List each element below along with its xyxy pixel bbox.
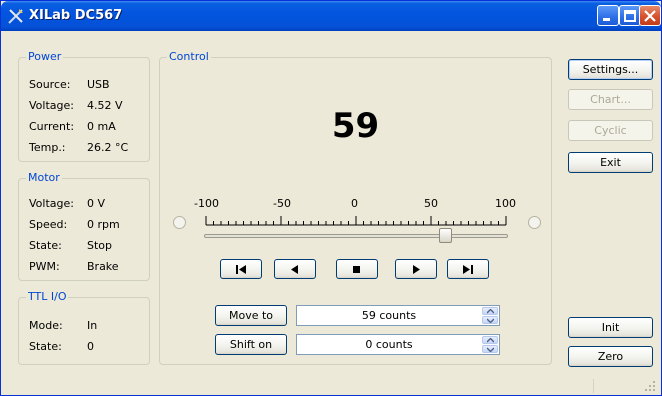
power-temp-label: Temp.:	[29, 141, 66, 154]
move-to-value: 59 counts	[361, 309, 417, 322]
spin-up-icon[interactable]	[482, 307, 498, 315]
spin-down-icon[interactable]	[482, 345, 498, 353]
stop-button[interactable]	[336, 259, 378, 279]
shift-on-spinner[interactable]	[482, 336, 498, 353]
ttl-group: TTL I/O Mode: In State: 0	[18, 290, 150, 365]
motor-voltage-value: 0 V	[87, 197, 106, 210]
skip-to-start-icon	[236, 265, 246, 274]
step-right-button[interactable]	[395, 259, 437, 279]
maximize-button[interactable]	[619, 5, 641, 26]
position-slider-thumb[interactable]	[438, 228, 452, 243]
title-bar[interactable]: XILab DC567	[1, 1, 661, 31]
minimize-button[interactable]	[597, 5, 619, 26]
chart-button[interactable]: Chart...	[568, 89, 653, 110]
step-left-icon	[291, 265, 298, 274]
motor-voltage-label: Voltage:	[29, 197, 74, 210]
close-icon	[644, 10, 656, 22]
left-limit-indicator	[173, 216, 186, 229]
power-current-value: 0 mA	[87, 120, 116, 133]
power-group: Power Source: USB Voltage: 4.52 V Curren…	[18, 50, 150, 162]
motor-group: Motor Voltage: 0 V Speed: 0 rpm State: S…	[18, 171, 150, 281]
scale-label-zero: 0	[351, 197, 358, 210]
ttl-state-value: 0	[87, 340, 94, 353]
scale-label-minus50: -50	[273, 197, 291, 210]
skip-to-start-button[interactable]	[220, 259, 262, 279]
power-voltage-value: 4.52 V	[87, 99, 123, 112]
zero-button[interactable]: Zero	[568, 346, 653, 367]
skip-to-end-button[interactable]	[447, 259, 489, 279]
position-readout: 59	[331, 106, 380, 146]
scale-label-min: -100	[194, 197, 219, 210]
spin-up-icon[interactable]	[482, 336, 498, 344]
motor-speed-label: Speed:	[29, 218, 68, 231]
step-right-icon	[413, 265, 420, 274]
move-to-field[interactable]: 59 counts	[296, 305, 500, 326]
stop-icon	[353, 266, 360, 273]
ttl-mode-value: In	[87, 319, 98, 332]
ttl-state-label: State:	[29, 340, 62, 353]
window-title: XILab DC567	[29, 8, 123, 23]
right-limit-indicator	[528, 216, 541, 229]
client-area: Power Source: USB Voltage: 4.52 V Curren…	[4, 31, 658, 394]
skip-to-end-icon	[463, 265, 473, 274]
maximize-icon	[624, 10, 636, 22]
cyclic-button[interactable]: Cyclic	[568, 120, 653, 141]
motor-pwm-label: PWM:	[29, 260, 60, 273]
settings-button[interactable]: Settings...	[568, 59, 653, 80]
motor-speed-value: 0 rpm	[87, 218, 120, 231]
power-source-label: Source:	[29, 78, 71, 91]
scale-label-max: 100	[495, 197, 516, 210]
status-divider	[593, 379, 594, 393]
close-button[interactable]	[639, 5, 661, 26]
ttl-mode-label: Mode:	[29, 319, 63, 332]
scale-label-50: 50	[424, 197, 438, 210]
shift-on-field[interactable]: 0 counts	[296, 334, 500, 355]
app-window: XILab DC567 Power Source: USB Voltage: 4…	[0, 0, 662, 396]
power-group-title: Power	[26, 50, 64, 63]
motor-state-value: Stop	[87, 239, 113, 252]
motor-state-label: State:	[29, 239, 62, 252]
position-slider-track[interactable]	[204, 234, 508, 238]
move-to-button[interactable]: Move to	[215, 305, 287, 326]
control-group-title: Control	[167, 50, 211, 63]
step-left-button[interactable]	[274, 259, 316, 279]
shift-on-value: 0 counts	[365, 338, 413, 351]
resize-grip-icon[interactable]	[644, 380, 656, 392]
status-bar	[4, 378, 658, 394]
exit-button[interactable]: Exit	[568, 152, 653, 173]
power-temp-value: 26.2 °C	[87, 141, 129, 154]
power-source-value: USB	[87, 78, 110, 91]
motor-pwm-value: Brake	[87, 260, 119, 273]
move-to-spinner[interactable]	[482, 307, 498, 324]
app-icon	[8, 9, 23, 24]
ttl-group-title: TTL I/O	[26, 290, 69, 303]
control-group: Control 59 -100 -50 0 50 100 Move to 59 …	[159, 50, 552, 365]
motor-group-title: Motor	[26, 171, 62, 184]
power-voltage-label: Voltage:	[29, 99, 74, 112]
power-current-label: Current:	[29, 120, 75, 133]
init-button[interactable]: Init	[568, 317, 653, 338]
spin-down-icon[interactable]	[482, 316, 498, 324]
minimize-icon	[603, 18, 610, 21]
shift-on-button[interactable]: Shift on	[215, 334, 287, 355]
